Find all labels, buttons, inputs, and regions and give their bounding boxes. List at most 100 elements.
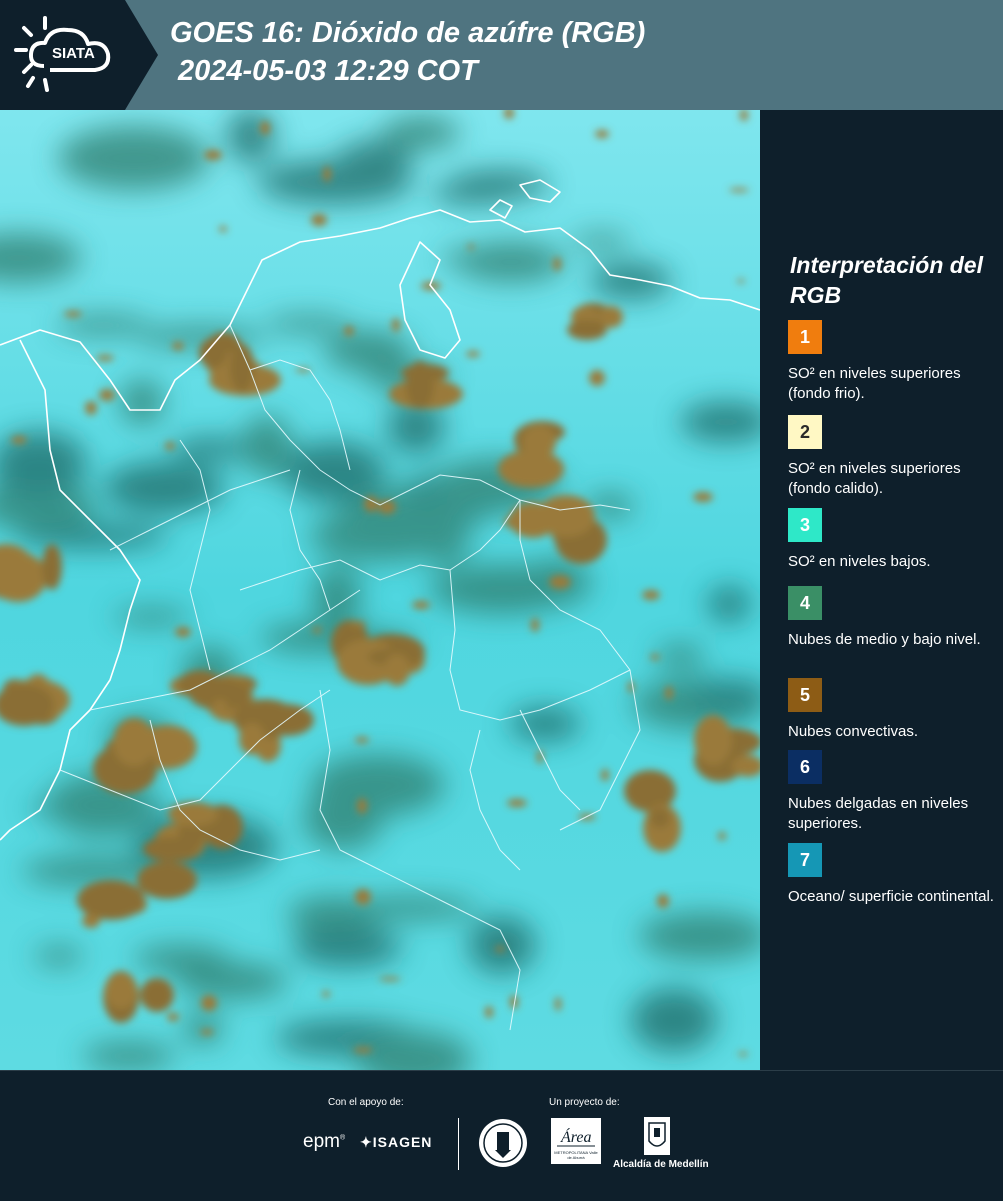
convective-cell xyxy=(378,500,396,514)
support-label: Con el apoyo de: xyxy=(328,1097,404,1108)
low-cloud xyxy=(56,315,150,335)
isagen-logo-text: ISAGEN xyxy=(372,1134,433,1150)
convective-cloud xyxy=(199,338,227,368)
low-cloud xyxy=(171,437,249,461)
legend-item-1: 1 SO² en niveles superiores (fondo frio). xyxy=(788,320,998,404)
epm-logo: epm® xyxy=(303,1131,346,1152)
epm-logo-text: epm xyxy=(303,1131,340,1152)
legend-item-2: 2 SO² en niveles superiores (fondo calido… xyxy=(788,415,998,499)
convective-cloud xyxy=(406,361,434,409)
convective-cell xyxy=(175,627,191,637)
convective-cell xyxy=(555,997,561,1011)
convective-cloud xyxy=(113,718,155,766)
low-cloud xyxy=(468,916,536,974)
footer: Con el apoyo de: Un proyecto de: epm® ✦I… xyxy=(0,1070,1003,1201)
low-cloud xyxy=(176,963,288,999)
low-cloud xyxy=(183,1011,223,1045)
legend-title: Interpretación del RGB xyxy=(790,252,983,308)
legend-panel: Interpretación del RGB 1 SO² en niveles s… xyxy=(760,110,1003,1070)
convective-cloud xyxy=(694,715,732,765)
legend-text-1: SO² en niveles superiores (fondo frio). xyxy=(788,365,961,402)
alcaldia-shield-icon xyxy=(644,1117,670,1160)
legend-text-3: SO² en niveles bajos. xyxy=(788,553,931,570)
low-cloud xyxy=(440,246,562,270)
convective-cell xyxy=(167,1013,179,1021)
convective-cell xyxy=(737,279,745,283)
convective-cell xyxy=(379,977,401,981)
convective-cloud xyxy=(77,880,145,920)
convective-cell xyxy=(357,798,367,814)
legend-swatch-4: 4 xyxy=(788,586,822,620)
low-cloud xyxy=(590,263,672,299)
low-cloud xyxy=(309,510,455,562)
svg-text:Área: Área xyxy=(560,1127,592,1146)
legend-swatch-3: 3 xyxy=(788,508,822,542)
convective-cell xyxy=(165,442,175,450)
low-cloud xyxy=(120,379,164,425)
page-title: GOES 16: Dióxido de azúfre (RGB) 2024-05… xyxy=(170,14,645,90)
convective-cell xyxy=(355,889,371,905)
legend-swatch-5: 5 xyxy=(788,678,822,712)
low-cloud xyxy=(103,137,153,155)
convective-cell xyxy=(466,351,480,357)
low-cloud xyxy=(265,315,351,333)
convective-cell xyxy=(355,737,369,743)
convective-cell xyxy=(485,1006,493,1018)
low-cloud xyxy=(58,126,210,190)
legend-swatch-1: 1 xyxy=(788,320,822,354)
low-cloud xyxy=(34,946,84,966)
convective-cell xyxy=(642,590,660,600)
convective-cell xyxy=(85,401,97,415)
title-product: GOES 16: Dióxido de azúfre (RGB) xyxy=(170,17,646,49)
low-cloud xyxy=(655,644,705,668)
convective-cell xyxy=(595,130,609,138)
low-cloud xyxy=(227,110,275,163)
convective-cell xyxy=(64,311,82,317)
convective-cell xyxy=(738,1052,748,1056)
legend-item-6: 6 Nubes delgadas en niveles superiores. xyxy=(788,750,998,834)
area-metropolitana-logo: Área METROPOLITANA Valle de Aburrá xyxy=(551,1118,601,1169)
legend-swatch-6: 6 xyxy=(788,750,822,784)
legend-text-2: SO² en niveles superiores (fondo calido)… xyxy=(788,460,961,497)
legend-text-7: Oceano/ superficie continental. xyxy=(788,888,994,905)
convective-cell xyxy=(99,389,115,401)
convective-cell xyxy=(468,244,474,250)
isagen-logo: ✦ISAGEN xyxy=(360,1134,432,1151)
convective-cell xyxy=(549,575,571,589)
legend-item-3: 3 SO² en niveles bajos. xyxy=(788,508,998,572)
convective-cloud xyxy=(105,973,137,1009)
convective-cell xyxy=(553,257,561,271)
low-cloud xyxy=(292,927,402,967)
low-cloud xyxy=(82,1042,176,1070)
convective-cell xyxy=(96,355,114,361)
header-bar: SIATA GOES 16: Dióxido de azúfre (RGB) 2… xyxy=(0,0,1003,110)
convective-cell xyxy=(323,166,331,182)
isagen-mark-icon: ✦ xyxy=(360,1134,373,1150)
convective-cell xyxy=(665,686,673,700)
convective-cloud xyxy=(522,425,556,459)
convective-cell xyxy=(312,627,322,633)
convective-cloud xyxy=(384,654,410,686)
convective-cell xyxy=(200,1029,214,1035)
convective-cell xyxy=(353,1047,373,1053)
convective-cloud xyxy=(140,978,174,1012)
alcaldia-text: Alcaldía de Medellín xyxy=(613,1159,709,1170)
legend-swatch-2: 2 xyxy=(788,415,822,449)
convective-cell xyxy=(718,832,726,840)
satellite-map[interactable] xyxy=(0,110,760,1070)
legend-text-5: Nubes convectivas. xyxy=(788,723,919,740)
legend-swatch-7: 7 xyxy=(788,843,822,877)
legend-text-6: Nubes delgadas en niveles superiores. xyxy=(788,795,969,832)
low-cloud xyxy=(707,586,751,622)
convective-cloud xyxy=(650,808,670,828)
convective-cell xyxy=(657,894,669,908)
footer-divider xyxy=(458,1118,459,1170)
convective-cloud xyxy=(599,306,623,328)
convective-cell xyxy=(537,750,543,764)
medellin-seal-icon xyxy=(478,1118,528,1173)
siata-logo: SIATA xyxy=(0,0,158,110)
convective-cell xyxy=(311,214,327,226)
low-cloud xyxy=(113,608,191,626)
convective-cloud xyxy=(137,861,197,899)
logo-text: SIATA xyxy=(52,45,95,62)
